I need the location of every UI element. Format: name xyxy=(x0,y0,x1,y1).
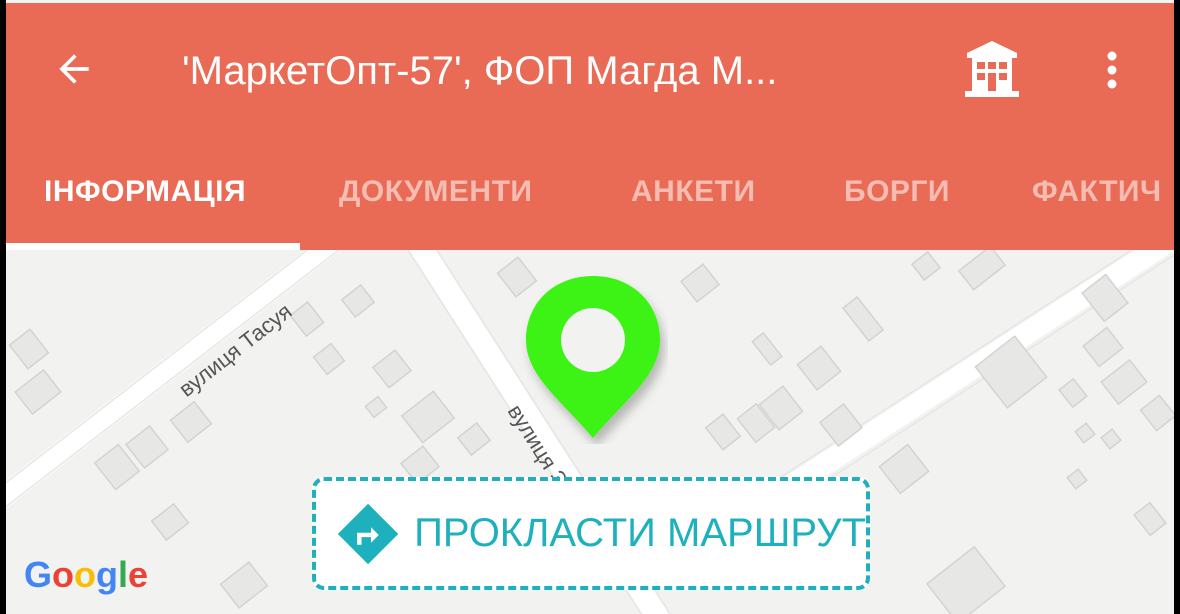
app-bar: 'МаркетОпт-57', ФОП Магда М... ІНФОРМАЦІ… xyxy=(6,3,1174,250)
tab-bar: ІНФОРМАЦІЯ ДОКУМЕНТИ АНКЕТИ БОРГИ ФАКТИЧ xyxy=(6,163,1174,250)
arrow-left-icon xyxy=(59,54,89,84)
back-button[interactable] xyxy=(48,43,100,95)
map-view[interactable]: вулиця Тасуя вулиця З ПРОКЛАСТИ МАРШРУТ … xyxy=(6,250,1174,614)
building-icon xyxy=(965,41,1019,97)
tab-indicator xyxy=(6,243,300,250)
build-route-button[interactable]: ПРОКЛАСТИ МАРШРУТ xyxy=(312,477,870,590)
directions-icon xyxy=(337,503,399,564)
organization-button[interactable] xyxy=(958,37,1026,101)
page-title: 'МаркетОпт-57', ФОП Магда М... xyxy=(182,49,778,93)
tab-documents[interactable]: ДОКУМЕНТИ xyxy=(339,175,532,209)
google-logo: Google xyxy=(24,554,149,595)
more-options-button[interactable] xyxy=(1092,45,1132,95)
build-route-label: ПРОКЛАСТИ МАРШРУТ xyxy=(414,511,866,555)
tab-questionnaires[interactable]: АНКЕТИ xyxy=(631,175,756,209)
more-vertical-icon xyxy=(1107,51,1117,89)
tab-actual[interactable]: ФАКТИЧ xyxy=(1032,175,1162,209)
tab-information[interactable]: ІНФОРМАЦІЯ xyxy=(44,175,246,209)
tab-debts[interactable]: БОРГИ xyxy=(844,175,950,209)
app-screen: 'МаркетОпт-57', ФОП Магда М... ІНФОРМАЦІ… xyxy=(6,0,1174,614)
map-pin-icon[interactable] xyxy=(518,272,668,444)
